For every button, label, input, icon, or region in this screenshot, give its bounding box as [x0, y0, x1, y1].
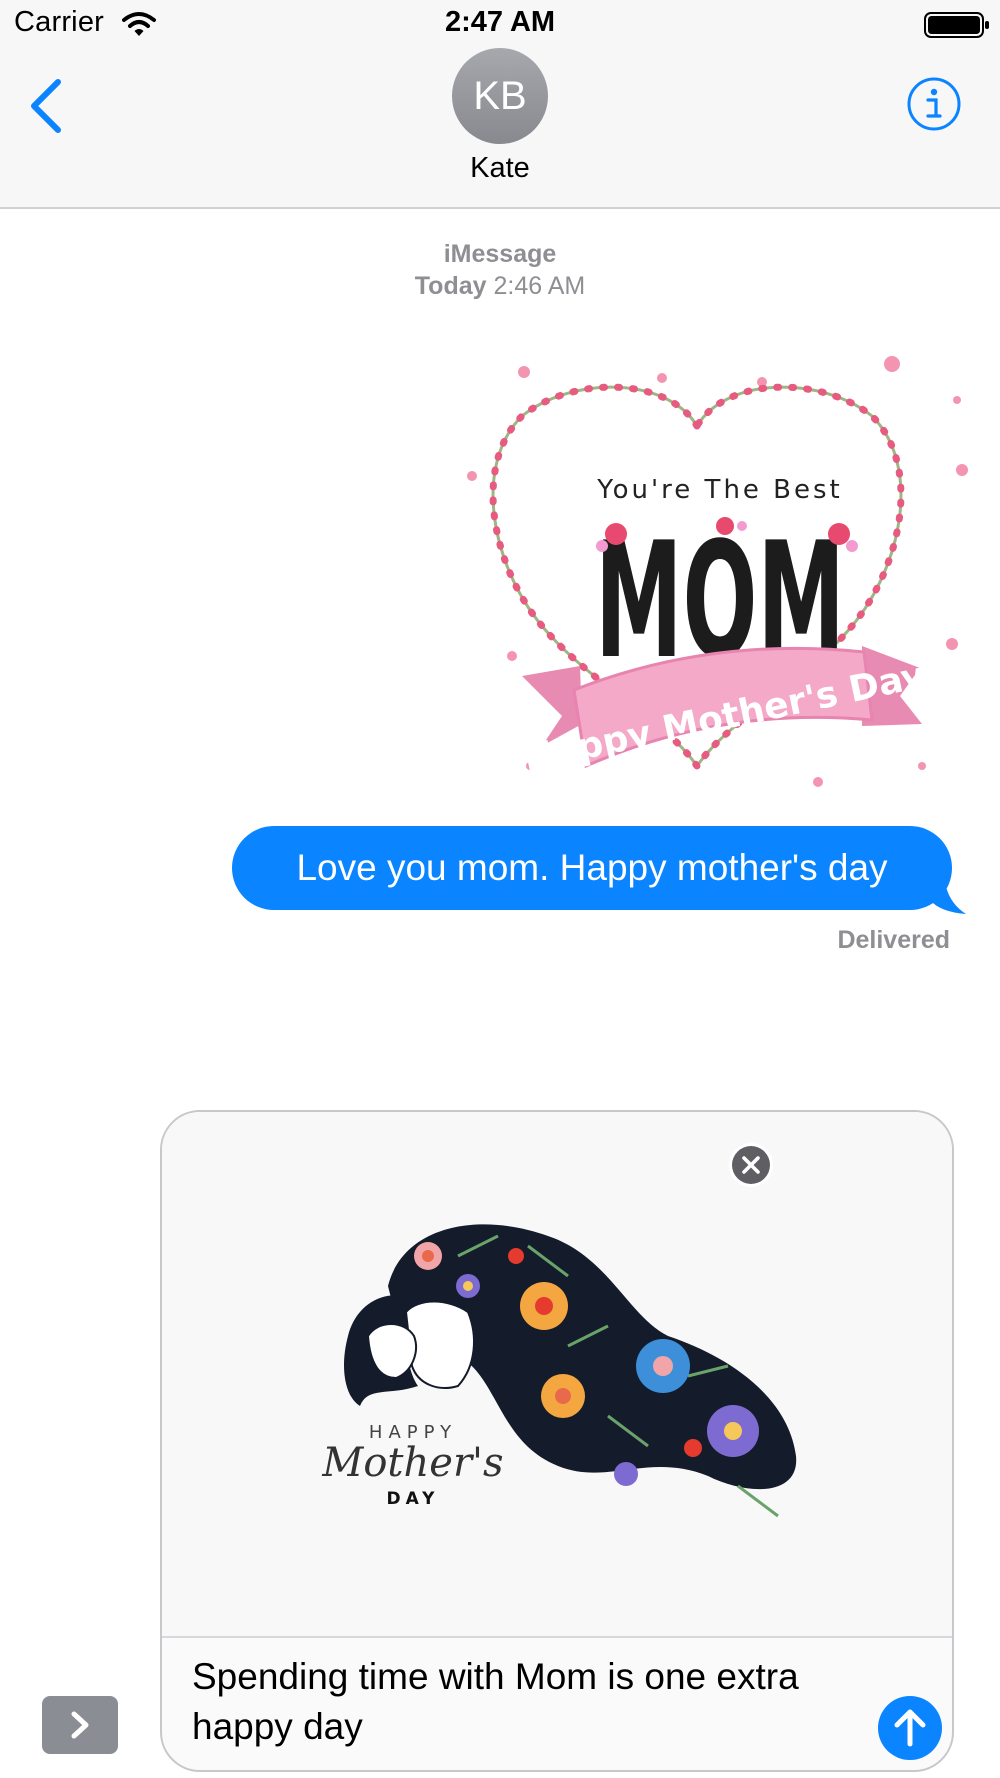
remove-attachment-icon[interactable] — [728, 1142, 774, 1188]
message-bubble[interactable]: Love you mom. Happy mother's day — [232, 826, 952, 910]
thread-timestamp: Today 2:46 AM — [0, 272, 1000, 301]
attachment-preview: HAPPY Mother's DAY — [162, 1112, 952, 1638]
compose-box[interactable]: HAPPY Mother's DAY Spending time with Mo… — [160, 1110, 954, 1772]
info-icon[interactable] — [906, 76, 962, 132]
status-bar: Carrier 2:47 AM — [0, 0, 1000, 48]
contact-avatar[interactable]: KB — [452, 48, 548, 144]
mothers-day-sticker[interactable]: HAPPY Mother's DAY — [308, 1216, 808, 1536]
apps-expand-button[interactable] — [42, 1696, 118, 1754]
delivery-status: Delivered — [837, 926, 950, 954]
battery-icon — [924, 12, 989, 38]
mom-sticker[interactable]: You're The Best MOM Happy Mother's Day — [462, 346, 972, 796]
back-chevron-icon[interactable] — [28, 78, 64, 134]
status-time: 2:47 AM — [444, 6, 556, 38]
send-button[interactable] — [878, 1696, 942, 1760]
mom-sticker-tagline: You're The Best — [596, 475, 843, 505]
send-arrow-icon — [894, 1709, 926, 1747]
thread-time: 2:46 AM — [493, 272, 586, 300]
apps-chevron-icon — [71, 1711, 89, 1739]
conversation-header: KB Kate — [0, 48, 1000, 209]
bubble-tail — [930, 870, 966, 914]
message-input[interactable]: Spending time with Mom is one extra happ… — [192, 1652, 832, 1752]
mothers-day-script: Mother's — [321, 1440, 503, 1486]
contact-name[interactable]: Kate — [0, 152, 1000, 185]
mothers-day-day: DAY — [387, 1489, 440, 1509]
thread-day: Today — [414, 272, 487, 300]
service-label: iMessage — [443, 240, 557, 268]
